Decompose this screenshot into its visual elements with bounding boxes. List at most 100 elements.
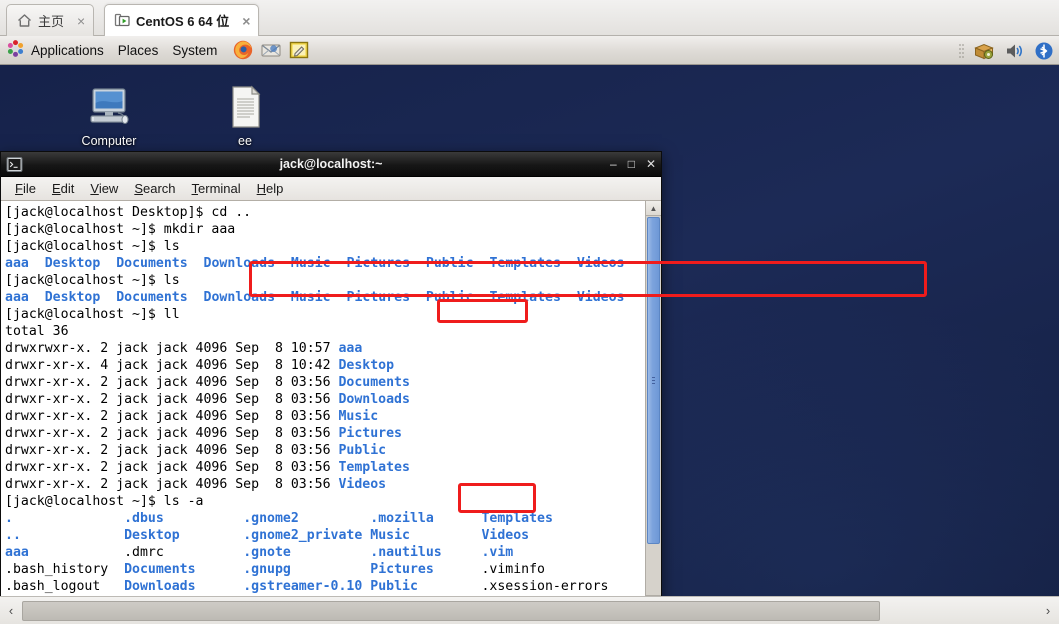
terminal-title-bar[interactable]: jack@localhost:~ – □ ✕ [1, 152, 661, 177]
terminal-line: aaa .dmrc .gnote .nautilus .vim [5, 544, 645, 561]
directory-name: Pictures [346, 256, 411, 271]
volume-icon[interactable] [1003, 40, 1025, 62]
terminal-line: drwxr-xr-x. 2 jack jack 4096 Sep 8 03:56… [5, 374, 645, 391]
package-updater-icon[interactable] [973, 40, 995, 62]
terminal-scrollbar[interactable]: ▲ ▼ [645, 201, 661, 596]
directory-name: .. [5, 528, 21, 543]
tab-centos-vm[interactable]: CentOS 6 64 位 × [104, 4, 260, 36]
directory-name: .gnote [243, 545, 291, 560]
directory-name: aaa [338, 341, 363, 356]
scrollbar-thumb[interactable] [647, 217, 660, 544]
terminal-line: total 36 [5, 323, 645, 340]
menu-places[interactable]: Places [111, 36, 166, 65]
directory-name: Downloads [203, 290, 276, 305]
panel-grip[interactable] [958, 42, 965, 60]
terminal-line: [jack@localhost ~]$ ls [5, 238, 645, 255]
directory-name: Templates [489, 290, 561, 305]
directory-name: aaa [5, 290, 29, 305]
tab-label: 主页 [38, 14, 65, 29]
directory-name: .vim [481, 545, 514, 560]
directory-name: Public [425, 256, 474, 271]
maximize-button[interactable]: □ [628, 158, 635, 170]
directory-name: Music [290, 290, 331, 305]
directory-name: Desktop [44, 290, 101, 305]
directory-name: Videos [576, 256, 625, 271]
directory-name: Documents [116, 290, 188, 305]
directory-name: Videos [481, 528, 530, 543]
directory-name: Desktop [338, 358, 395, 373]
evolution-mail-icon[interactable] [260, 39, 282, 61]
terminal-line: [jack@localhost ~]$ mkdir aaa [5, 221, 645, 238]
directory-name: Templates [338, 460, 410, 475]
close-button[interactable]: ✕ [646, 158, 656, 170]
scrollbar-track[interactable] [22, 600, 1037, 621]
directory-name: aaa [5, 256, 29, 271]
bluetooth-icon[interactable] [1033, 40, 1055, 62]
terminal-text: drwxr-xr-x. 2 jack jack 4096 Sep 8 03:56 [5, 375, 339, 390]
terminal-text: drwxr-xr-x. 2 jack jack 4096 Sep 8 03:56 [5, 460, 339, 475]
scroll-right-icon[interactable]: › [1037, 598, 1059, 624]
tab-close-icon[interactable]: × [75, 14, 87, 28]
terminal-output[interactable]: [jack@localhost Desktop]$ cd .. [jack@loc… [1, 201, 645, 596]
directory-name: Pictures [338, 426, 402, 441]
terminal-line: aaa Desktop Documents Downloads Music Pi… [5, 289, 645, 306]
terminal-line: drwxr-xr-x. 2 jack jack 4096 Sep 8 03:56… [5, 391, 645, 408]
scroll-up-icon[interactable]: ▲ [646, 201, 661, 216]
menu-rest: erminal [198, 181, 241, 196]
terminal-text: .viminfo [481, 562, 545, 577]
viewer-horizontal-scrollbar[interactable]: ‹ › [0, 596, 1059, 624]
terminal-line: [jack@localhost ~]$ ls [5, 272, 645, 289]
menu-mnemonic: V [90, 181, 99, 196]
terminal-line: [jack@localhost ~]$ ls -a [5, 493, 645, 510]
terminal-line: drwxrwxr-x. 2 jack jack 4096 Sep 8 10:57… [5, 340, 645, 357]
directory-name: Music [370, 528, 410, 543]
firefox-icon[interactable] [232, 39, 254, 61]
terminal-text: [jack@localhost ~]$ mkdir aaa [5, 222, 236, 237]
menu-rest: elp [266, 181, 284, 196]
terminal-line: [jack@localhost Desktop]$ cd .. [5, 204, 645, 221]
menu-search[interactable]: Search [126, 179, 183, 198]
terminal-line: drwxr-xr-x. 2 jack jack 4096 Sep 8 03:56… [5, 459, 645, 476]
terminal-line: drwxr-xr-x. 4 jack jack 4096 Sep 8 10:42… [5, 357, 645, 374]
menu-edit[interactable]: Edit [44, 179, 82, 198]
computer-icon [85, 83, 133, 131]
tab-close-icon[interactable]: × [240, 14, 252, 28]
text-editor-icon[interactable] [288, 39, 310, 61]
menu-view[interactable]: View [82, 179, 126, 198]
terminal-text: drwxr-xr-x. 2 jack jack 4096 Sep 8 03:56 [5, 392, 339, 407]
menu-file[interactable]: File [7, 179, 44, 198]
directory-name: Templates [489, 256, 561, 271]
terminal-line: drwxr-xr-x. 2 jack jack 4096 Sep 8 03:56… [5, 408, 645, 425]
menu-system[interactable]: System [165, 36, 224, 65]
directory-name: .nautilus [370, 545, 442, 560]
terminal-text: [jack@localhost ~]$ ll [5, 307, 180, 322]
virtual-machine-icon [114, 12, 131, 29]
directory-name: .gnome2_private [243, 528, 363, 543]
desktop-icon-label: Computer [81, 134, 137, 148]
menu-applications[interactable]: Applications [0, 36, 111, 65]
desktop-icon-ee[interactable]: ee [191, 83, 299, 148]
scrollbar-thumb[interactable] [22, 600, 880, 621]
directory-name: Templates [481, 511, 553, 526]
desktop-icon-computer[interactable]: Computer [55, 83, 163, 148]
directory-name: Music [290, 256, 331, 271]
tab-home[interactable]: 主页 × [6, 4, 95, 36]
directory-name: Downloads [203, 256, 276, 271]
menu-help[interactable]: Help [249, 179, 292, 198]
document-icon [221, 83, 269, 131]
minimize-button[interactable]: – [610, 158, 617, 170]
terminal-text: drwxr-xr-x. 2 jack jack 4096 Sep 8 03:56 [5, 443, 339, 458]
directory-name: Public [425, 290, 474, 305]
menu-terminal[interactable]: Terminal [184, 179, 249, 198]
scroll-left-icon[interactable]: ‹ [0, 598, 22, 624]
